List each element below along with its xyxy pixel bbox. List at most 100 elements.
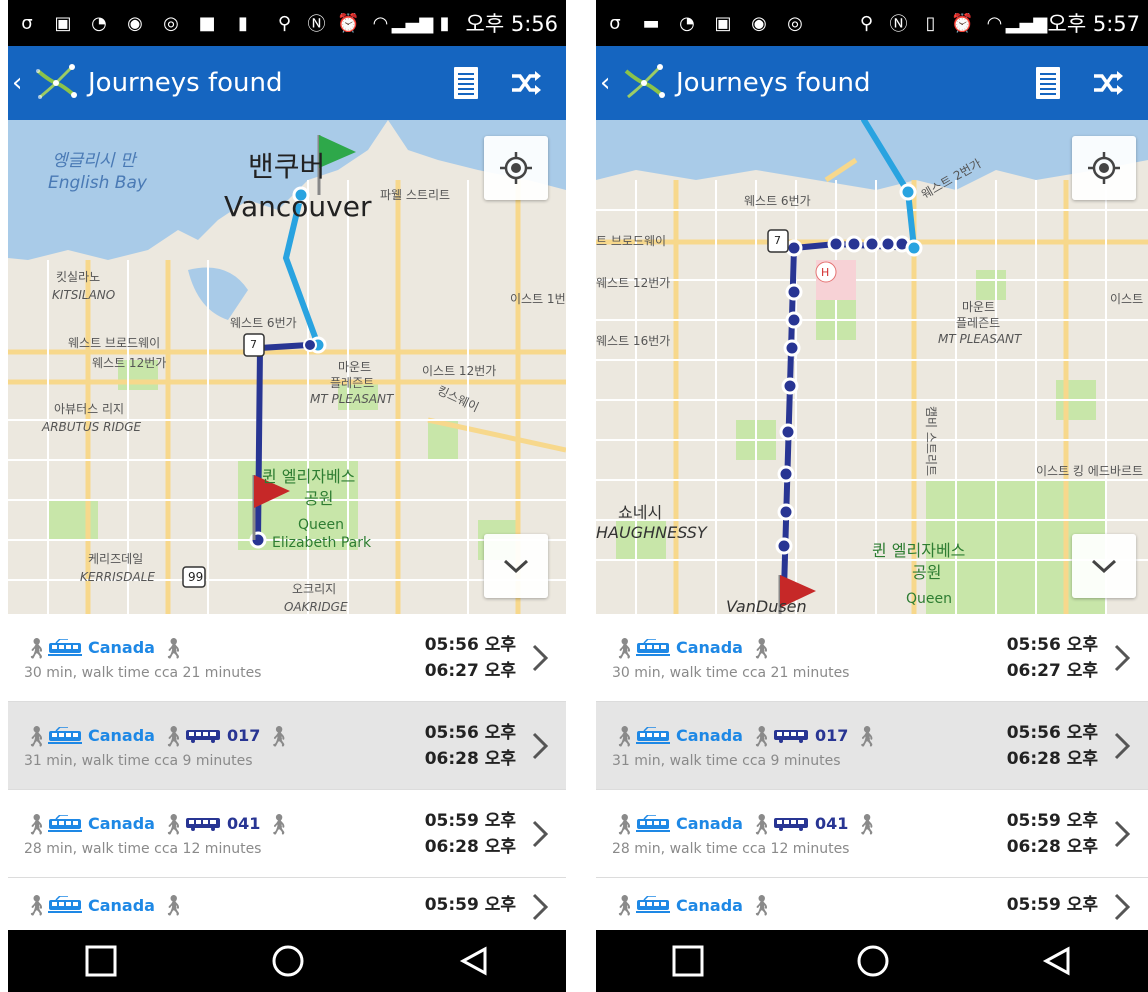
collapse-map-button[interactable]	[484, 534, 548, 598]
map-label: KITSILANO	[52, 288, 116, 302]
opera-icon: ◉	[127, 12, 143, 34]
map-label: 마운트	[962, 300, 996, 314]
journey-times: 05:59 오후 06:28 오후	[425, 808, 516, 860]
map-label: 아뷰터스 리지	[54, 402, 125, 416]
vibrate-icon: ▯	[925, 12, 936, 34]
app-logo-icon[interactable]	[30, 57, 82, 109]
journey-row[interactable]: 🚶︎ Canada 🚶︎ 05:59 오후	[8, 878, 566, 934]
arrive-time: 06:28 오후	[1006, 748, 1098, 769]
my-location-button[interactable]	[484, 136, 548, 200]
page-title: Journeys found	[676, 68, 871, 98]
train-icon	[48, 896, 82, 913]
chevron-right-icon	[1114, 732, 1131, 759]
train-icon	[48, 726, 82, 744]
chevron-down-icon	[503, 559, 529, 574]
cell-signal-icon: ▂▄▆	[1005, 12, 1048, 34]
journey-times: 05:59 오후 06:28 오후	[1007, 808, 1098, 860]
map-label: Queen	[906, 591, 952, 607]
shuffle-button[interactable]	[1078, 53, 1138, 113]
map-label: 웨스트 16번가	[596, 334, 671, 348]
journey-row[interactable]: 🚶︎ Canada 🚶︎ 017 🚶︎ 31 min, walk time cca 9 …	[8, 702, 566, 790]
back-icon[interactable]	[1042, 946, 1072, 976]
bus-route-label: 017	[226, 726, 261, 745]
journey-info: 🚶︎ Canada 🚶︎ 041 🚶︎ 28 min, walk time cca 12…	[612, 811, 1007, 857]
bus-route-label: 041	[226, 814, 261, 833]
wifi-icon: ◠	[986, 12, 1003, 34]
map-label: 7	[774, 234, 781, 247]
system-nav-bar	[8, 930, 566, 992]
journey-row[interactable]: 🚶︎ Canada 🚶︎ 30 min, walk time cca 21 minu…	[8, 614, 566, 702]
recent-apps-icon[interactable]	[85, 945, 117, 977]
journey-legs: 🚶︎ Canada 🚶︎	[24, 892, 425, 918]
home-icon[interactable]	[856, 944, 890, 978]
journey-row[interactable]: 🚶︎ Canada 🚶︎ 041 🚶︎ 28 min, walk time cca 12…	[596, 790, 1148, 878]
depart-time: 05:59 오후	[424, 895, 516, 915]
walk-icon: 🚶︎	[612, 893, 638, 917]
map-label: ARBUTUS RIDGE	[42, 420, 142, 434]
journey-times: 05:59 오후	[425, 892, 516, 918]
map-label: Queen	[298, 517, 344, 533]
route-map[interactable]: 웨스트 6번가 웨스트 2번가 트 브로드웨이 웨스트 12번가 웨스트 16번…	[596, 120, 1148, 614]
bus-icon	[773, 817, 808, 831]
shuffle-button[interactable]	[496, 53, 556, 113]
map-label: Vancouver	[224, 190, 372, 223]
walk-icon: 🚶︎	[266, 811, 292, 836]
back-chevron-icon[interactable]: ‹	[12, 68, 30, 98]
train-icon	[636, 814, 670, 832]
journey-times: 05:56 오후 06:28 오후	[1007, 720, 1098, 772]
walk-icon: 🚶︎	[748, 893, 775, 917]
signal-wave-icon: ◔	[91, 12, 107, 34]
map-label: 이스트 12번가	[422, 364, 497, 378]
chevron-right-icon	[532, 893, 549, 921]
back-chevron-icon[interactable]: ‹	[600, 68, 618, 98]
map-label: 엥글리시 만	[52, 151, 136, 171]
square-app-icon: ■	[198, 12, 216, 34]
map-label: 쇼네시	[618, 503, 663, 522]
train-line-label: Canada	[676, 726, 743, 745]
journey-info: 🚶︎ Canada 🚶︎	[24, 892, 425, 922]
journey-info: 🚶︎ Canada 🚶︎ 30 min, walk time cca 21 minu…	[24, 635, 425, 681]
route-map[interactable]: 엥글리시 만 English Bay 밴쿠버 Vancouver 파웰 스트리트…	[8, 120, 566, 614]
my-location-button[interactable]	[1072, 136, 1136, 200]
walk-icon: 🚶︎	[748, 635, 775, 660]
journey-row[interactable]: 🚶︎ Canada 🚶︎ 30 min, walk time cca 21 minu…	[596, 614, 1148, 702]
map-label: 오크리지	[292, 582, 337, 596]
phone-screen-1: σ ▣ ◔ ◉ ◎ ■ ▮ ⚲ Ⓝ ⏰ ◠ ▂▄▆ ▮ 오후 5:56 ‹ Jo…	[8, 0, 566, 992]
journey-row[interactable]: 🚶︎ Canada 🚶︎ 041 🚶︎ 28 min, walk time cca 12…	[8, 790, 566, 878]
walk-icon: 🚶︎	[854, 811, 880, 836]
status-time: 오후 5:57	[1047, 12, 1140, 36]
train-line-label: Canada	[88, 814, 155, 833]
walk-icon: 🚶︎	[612, 723, 638, 748]
map-label: 파웰 스트리트	[380, 188, 451, 202]
journey-row[interactable]: 🚶︎ Canada 🚶︎ 017 🚶︎ 31 min, walk time cca 9 …	[596, 702, 1148, 790]
journey-summary: 30 min, walk time cca 21 minutes	[612, 664, 850, 681]
status-bar: σ ▣ ◔ ◉ ◎ ■ ▮ ⚲ Ⓝ ⏰ ◠ ▂▄▆ ▮ 오후 5:56	[8, 0, 566, 46]
journey-info: 🚶︎ Canada 🚶︎ 017 🚶︎ 31 min, walk time cca 9 …	[24, 723, 425, 769]
list-view-button[interactable]	[436, 53, 496, 113]
train-line-label: Canada	[676, 814, 743, 833]
journey-row[interactable]: 🚶︎ Canada 🚶︎ 05:59 오후	[596, 878, 1148, 934]
alarm-icon: ⏰	[337, 12, 360, 34]
map-label: HAUGHNESSY	[596, 523, 707, 542]
map-label: 플레즌트	[330, 376, 375, 390]
location-icon: ⚲	[859, 12, 874, 34]
map-label: 공원	[912, 563, 942, 582]
train-icon	[636, 638, 670, 656]
walk-icon: 🚶︎	[24, 635, 50, 660]
bus-icon	[773, 729, 808, 743]
map-label: 웨스트 브로드웨이	[68, 336, 161, 350]
back-icon[interactable]	[459, 946, 489, 976]
crosshair-icon	[1088, 152, 1120, 184]
home-icon[interactable]	[271, 944, 305, 978]
recent-apps-icon[interactable]	[672, 945, 704, 977]
journey-legs: 🚶︎ Canada 🚶︎	[612, 892, 1007, 918]
list-view-button[interactable]	[1018, 53, 1078, 113]
chevron-right-icon	[532, 820, 549, 847]
arrive-time: 06:28 오후	[1006, 836, 1098, 857]
map-label: 웨스트 12번가	[596, 276, 671, 290]
map-label: 공원	[304, 489, 334, 508]
journey-info: 🚶︎ Canada 🚶︎ 017 🚶︎ 31 min, walk time cca 9 …	[612, 723, 1007, 769]
collapse-map-button[interactable]	[1072, 534, 1136, 598]
map-label: 퀸 엘리자베스	[872, 541, 966, 560]
app-logo-icon[interactable]	[618, 57, 670, 109]
